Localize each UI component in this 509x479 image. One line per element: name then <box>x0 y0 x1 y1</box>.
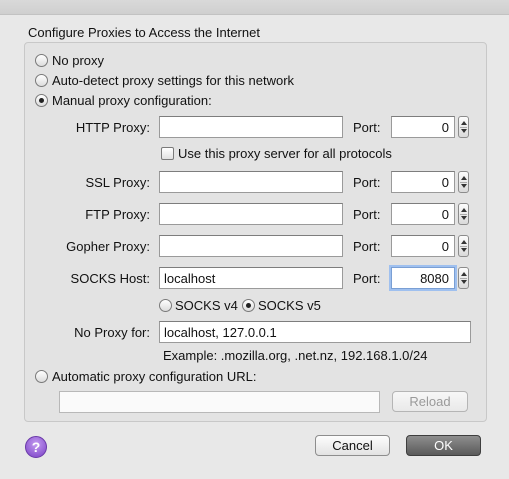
socks-port-input[interactable]: 8080 <box>391 267 455 289</box>
reload-button[interactable]: Reload <box>392 391 468 412</box>
window-top-edge <box>0 0 509 15</box>
stepper-up-icon[interactable] <box>461 240 467 244</box>
no-proxy-label[interactable]: No proxy <box>52 53 104 68</box>
stepper-up-icon[interactable] <box>461 121 467 125</box>
no-proxy-for-label: No Proxy for: <box>74 325 150 340</box>
http-port-stepper[interactable] <box>458 116 469 138</box>
ssl-proxy-host-input[interactable] <box>159 171 343 193</box>
radio-socks-v4[interactable] <box>159 299 172 312</box>
socks-host-input[interactable]: localhost <box>159 267 343 289</box>
radio-no-proxy[interactable] <box>35 54 48 67</box>
http-proxy-host-input[interactable] <box>159 116 343 138</box>
radio-socks-v5[interactable] <box>242 299 255 312</box>
stepper-divider <box>460 182 467 183</box>
auto-config-url-label[interactable]: Automatic proxy configuration URL: <box>52 369 256 384</box>
ssl-port-label: Port: <box>353 175 381 190</box>
help-button[interactable]: ? <box>25 436 47 458</box>
no-proxy-for-input[interactable]: localhost, 127.0.0.1 <box>159 321 471 343</box>
stepper-down-icon[interactable] <box>461 184 467 188</box>
ftp-port-stepper[interactable] <box>458 203 469 225</box>
ok-button[interactable]: OK <box>406 435 481 456</box>
stepper-divider <box>460 214 467 215</box>
gopher-port-stepper[interactable] <box>458 235 469 257</box>
socks-host-label: SOCKS Host: <box>70 271 150 286</box>
http-port-label: Port: <box>353 120 381 135</box>
socks-port-stepper[interactable] <box>458 267 469 289</box>
ftp-proxy-host-input[interactable] <box>159 203 343 225</box>
stepper-down-icon[interactable] <box>461 216 467 220</box>
stepper-up-icon[interactable] <box>461 176 467 180</box>
stepper-down-icon[interactable] <box>461 129 467 133</box>
auto-detect-label[interactable]: Auto-detect proxy settings for this netw… <box>52 73 294 88</box>
http-port-input[interactable]: 0 <box>391 116 455 138</box>
stepper-divider <box>460 246 467 247</box>
radio-manual-proxy[interactable] <box>35 94 48 107</box>
stepper-divider <box>460 127 467 128</box>
socks-port-label: Port: <box>353 271 381 286</box>
ssl-proxy-label: SSL Proxy: <box>85 175 150 190</box>
ssl-port-stepper[interactable] <box>458 171 469 193</box>
gopher-port-input[interactable]: 0 <box>391 235 455 257</box>
http-proxy-label: HTTP Proxy: <box>75 120 150 135</box>
stepper-down-icon[interactable] <box>461 280 467 284</box>
stepper-down-icon[interactable] <box>461 248 467 252</box>
socks-v5-label[interactable]: SOCKS v5 <box>258 298 321 313</box>
use-for-all-label[interactable]: Use this proxy server for all protocols <box>178 146 392 161</box>
gopher-port-label: Port: <box>353 239 381 254</box>
ftp-port-label: Port: <box>353 207 381 222</box>
use-for-all-checkbox[interactable] <box>161 147 174 160</box>
stepper-up-icon[interactable] <box>461 272 467 276</box>
socks-v4-label[interactable]: SOCKS v4 <box>175 298 238 313</box>
manual-proxy-label[interactable]: Manual proxy configuration: <box>52 93 212 108</box>
ftp-proxy-label: FTP Proxy: <box>85 207 150 222</box>
ssl-port-input[interactable]: 0 <box>391 171 455 193</box>
gopher-proxy-host-input[interactable] <box>159 235 343 257</box>
ftp-port-input[interactable]: 0 <box>391 203 455 225</box>
stepper-divider <box>460 278 467 279</box>
auto-config-url-input[interactable] <box>59 391 380 413</box>
gopher-proxy-label: Gopher Proxy: <box>66 239 150 254</box>
no-proxy-example: Example: .mozilla.org, .net.nz, 192.168.… <box>163 348 428 363</box>
stepper-up-icon[interactable] <box>461 208 467 212</box>
radio-auto-detect[interactable] <box>35 74 48 87</box>
dialog-title: Configure Proxies to Access the Internet <box>28 25 260 40</box>
radio-auto-config-url[interactable] <box>35 370 48 383</box>
cancel-button[interactable]: Cancel <box>315 435 390 456</box>
